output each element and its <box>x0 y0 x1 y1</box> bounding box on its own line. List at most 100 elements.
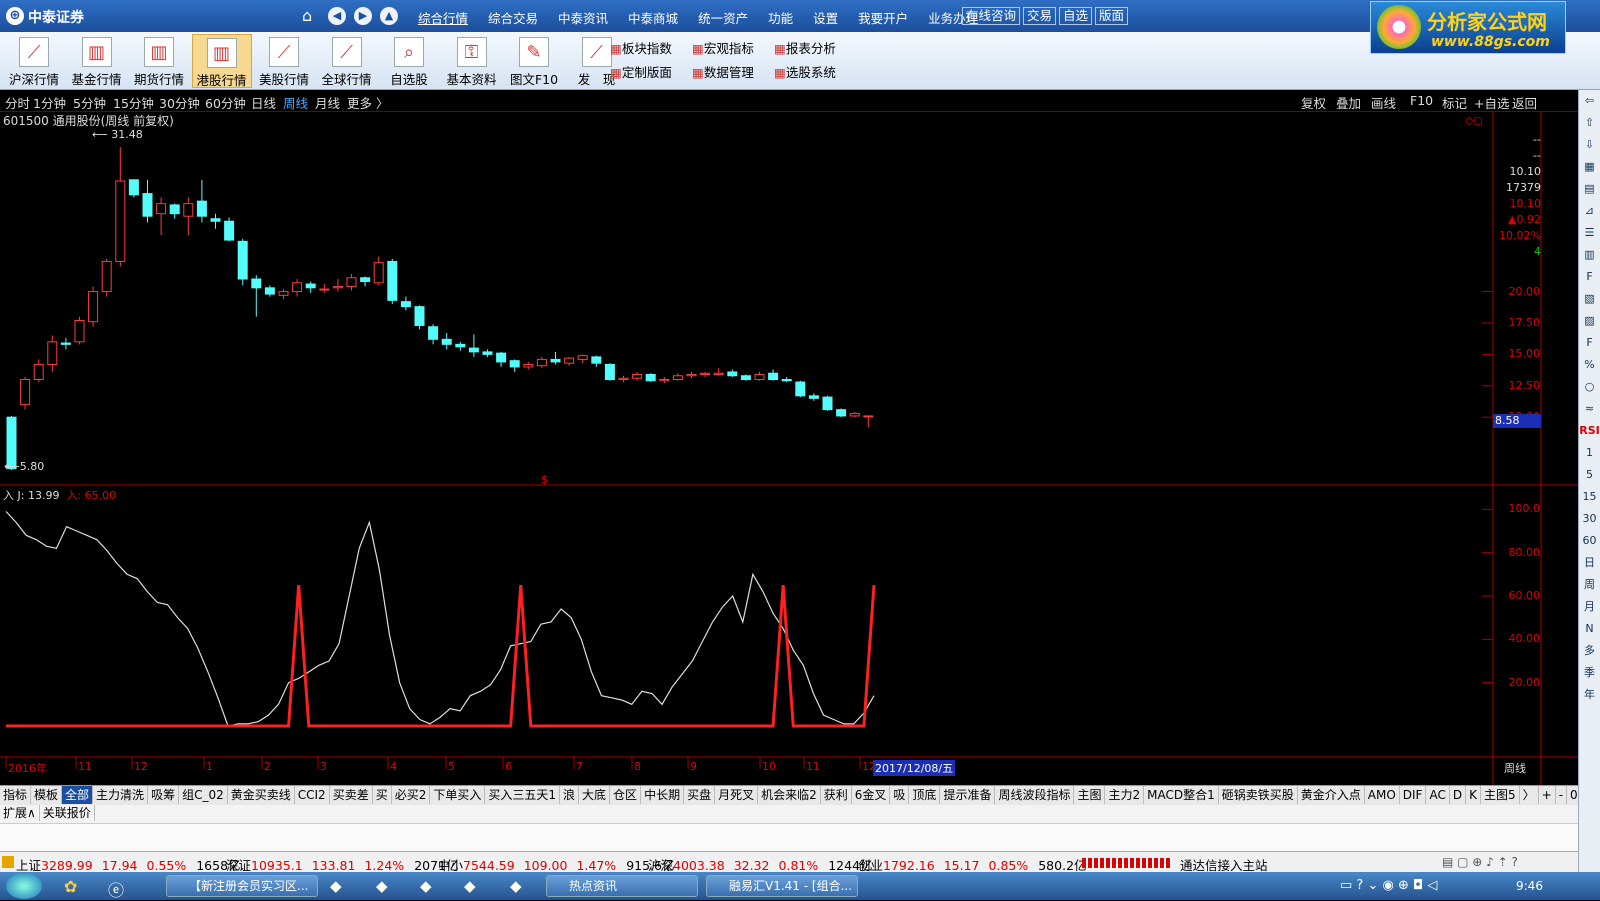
wave-icon[interactable]: ≈ <box>1579 398 1600 420</box>
indicator-tab[interactable]: 浪 <box>560 786 580 804</box>
indicator-tab[interactable]: 主力清洗 <box>93 786 149 804</box>
indicator-tab[interactable]: 顶底 <box>909 786 941 804</box>
indicator-tab[interactable]: 吸筹 <box>148 786 180 804</box>
period-tab[interactable]: 日线 <box>251 93 276 112</box>
chart-tool-button[interactable]: 叠加 <box>1336 93 1361 112</box>
menu-button[interactable]: 版面 <box>1095 7 1129 25</box>
indicator-tab[interactable]: 主力2 <box>1105 786 1145 804</box>
indicator-tab[interactable]: 下单买入 <box>430 786 486 804</box>
right-bar-button[interactable]: N <box>1579 618 1600 640</box>
up-icon[interactable]: ▲ <box>380 7 398 25</box>
indicator-tab[interactable]: 机会来临2 <box>758 786 821 804</box>
right-bar-button[interactable]: 周 <box>1579 574 1600 596</box>
list-icon[interactable]: ☰ <box>1579 222 1600 244</box>
indicator-tab[interactable]: 买卖差 <box>330 786 373 804</box>
right-bar-button[interactable]: 15 <box>1579 486 1600 508</box>
right-bar-button[interactable]: 日 <box>1579 552 1600 574</box>
chart-tool-button[interactable]: 返回 <box>1512 93 1537 112</box>
start-button-icon[interactable] <box>6 873 42 899</box>
chart-tool-button[interactable]: 复权 <box>1301 93 1326 112</box>
ie-icon[interactable]: ⓔ <box>108 877 124 901</box>
percent-icon[interactable]: % <box>1579 354 1600 376</box>
menu-item[interactable]: 功能 <box>768 8 793 27</box>
right-bar-button[interactable]: 多 <box>1579 640 1600 662</box>
indicator-tab[interactable]: 买入三五天1 <box>485 786 561 804</box>
right-bar-button[interactable]: 30 <box>1579 508 1600 530</box>
back-icon[interactable]: ◀ <box>328 7 346 25</box>
indicator-tab[interactable]: 模板 <box>31 786 63 804</box>
indicator-tab[interactable]: + <box>1539 786 1556 804</box>
tray-icons[interactable]: ▭ ? ⌄ ◉ ⊕ ◘ ◁ <box>1340 878 1437 893</box>
toolbar-button[interactable]: ⟋ 全球行情 <box>317 34 377 88</box>
table-icon[interactable]: ▤ <box>1579 178 1600 200</box>
indicator-tab[interactable]: 全部 <box>62 786 94 804</box>
taskbar-pin-icon[interactable]: ◆ <box>420 877 432 895</box>
indicator-tab[interactable]: 吸 <box>890 786 910 804</box>
menu-item[interactable]: 统一资产 <box>698 8 748 27</box>
toolbar-button[interactable]: ⚿ 基本资料 <box>442 34 502 88</box>
indicator-tab[interactable]: CCI2 <box>295 786 330 804</box>
right-bar-button[interactable]: RSI <box>1579 420 1600 442</box>
period-tab[interactable]: 60分钟 <box>205 93 246 112</box>
indicator-tab[interactable]: D <box>1450 786 1467 804</box>
taskbar-pin-icon[interactable]: ◆ <box>510 877 522 895</box>
indicator-tab[interactable]: 〉 <box>1520 786 1539 804</box>
menu-item[interactable]: 我要开户 <box>858 8 908 27</box>
menu-item[interactable]: 设置 <box>813 8 838 27</box>
chart-area[interactable]: 601500 通用股份(周线 前复权) ⟵ 31.48 ⟵5.80 $ ◇◻ -… <box>0 112 1578 785</box>
indicator-tab[interactable]: 砸锅卖铁买股 <box>1219 786 1298 804</box>
extension-tab[interactable]: 关联报价 <box>40 805 95 821</box>
period-tab[interactable]: 5分钟 <box>73 93 106 112</box>
status-tools-icon[interactable]: ▤ ▢ ⊕ ♪ ⇡ ? <box>1442 855 1518 869</box>
period-tab[interactable]: 月线 <box>315 93 340 112</box>
indicator-tab[interactable]: 黄金介入点 <box>1298 786 1365 804</box>
period-tab[interactable]: 分时 <box>5 93 30 112</box>
f10-icon[interactable]: F <box>1579 266 1600 288</box>
indicator-tab[interactable]: 获利 <box>821 786 852 804</box>
menu-button[interactable]: 在线咨询 <box>962 7 1021 25</box>
image-icon[interactable]: ▧ <box>1579 288 1600 310</box>
chart-svg[interactable] <box>0 112 1578 785</box>
toolbar-small-button[interactable]: ▦选股系统 <box>774 62 836 81</box>
taskbar-item[interactable]: 热点资讯 <box>546 875 698 897</box>
indicator-tab[interactable]: 主图5 <box>1481 786 1520 804</box>
indicator-tab[interactable]: DIF <box>1400 786 1427 804</box>
right-bar-button[interactable]: 60 <box>1579 530 1600 552</box>
taskbar-item[interactable]: 【新注册会员实习区... <box>166 875 318 897</box>
taskbar-pin-icon[interactable]: ◆ <box>464 877 476 895</box>
indicator-tab[interactable]: 指标 <box>0 786 32 804</box>
indicator-tab[interactable]: 黄金买卖线 <box>228 786 295 804</box>
right-bar-button[interactable]: 年 <box>1579 684 1600 706</box>
toolbar-button[interactable]: ▥ 基金行情 <box>67 34 127 88</box>
menu-item[interactable]: 中泰商城 <box>628 8 678 27</box>
toolbar-small-button[interactable]: ▦宏观指标 <box>692 38 754 57</box>
indicator-tab[interactable]: 买 <box>373 786 392 804</box>
period-tab[interactable]: 1分钟 <box>33 93 66 112</box>
toolbar-button[interactable]: ▥ 港股行情 <box>191 34 252 88</box>
indicator-tab[interactable]: K <box>1466 786 1481 804</box>
indicator-tab[interactable]: 周线波段指标 <box>995 786 1075 804</box>
right-bar-button[interactable]: 5 <box>1579 464 1600 486</box>
down-arrow-icon[interactable]: ⇩ <box>1579 134 1600 156</box>
toolbar-button[interactable]: ▥ 期货行情 <box>129 34 189 88</box>
grid-icon[interactable]: ▦ <box>1579 156 1600 178</box>
menu-item[interactable]: 综合行情 <box>418 8 468 27</box>
menu-item[interactable]: 中泰资讯 <box>558 8 608 27</box>
period-tab[interactable]: 30分钟 <box>159 93 200 112</box>
indicator-tab[interactable]: 买盘 <box>684 786 716 804</box>
extension-tab[interactable]: 扩展∧ <box>0 805 40 821</box>
period-tab[interactable]: 15分钟 <box>113 93 154 112</box>
toolbar-button[interactable]: ⟋ 沪深行情 <box>4 34 64 88</box>
indicator-tab[interactable]: 大底 <box>579 786 611 804</box>
right-bar-button[interactable]: 1 <box>1579 442 1600 464</box>
indicator-tab[interactable]: 6金叉 <box>852 786 891 804</box>
taskbar-item[interactable]: 融易汇V1.41 - [组合... <box>706 875 858 897</box>
chart-tool-button[interactable]: 标记 <box>1442 93 1467 112</box>
indicator-tab[interactable]: 组C_02 <box>179 786 228 804</box>
toolbar-button[interactable]: ✎ 图文F10 <box>504 34 564 88</box>
toolbar-small-button[interactable]: ▦报表分析 <box>774 38 836 57</box>
indicator-tab[interactable]: 月死叉 <box>715 786 759 804</box>
menu-item[interactable]: 综合交易 <box>488 8 538 27</box>
window-restore-icon[interactable]: ◇◻ <box>1465 114 1483 127</box>
indicator-tab[interactable]: 主图 <box>1074 786 1106 804</box>
